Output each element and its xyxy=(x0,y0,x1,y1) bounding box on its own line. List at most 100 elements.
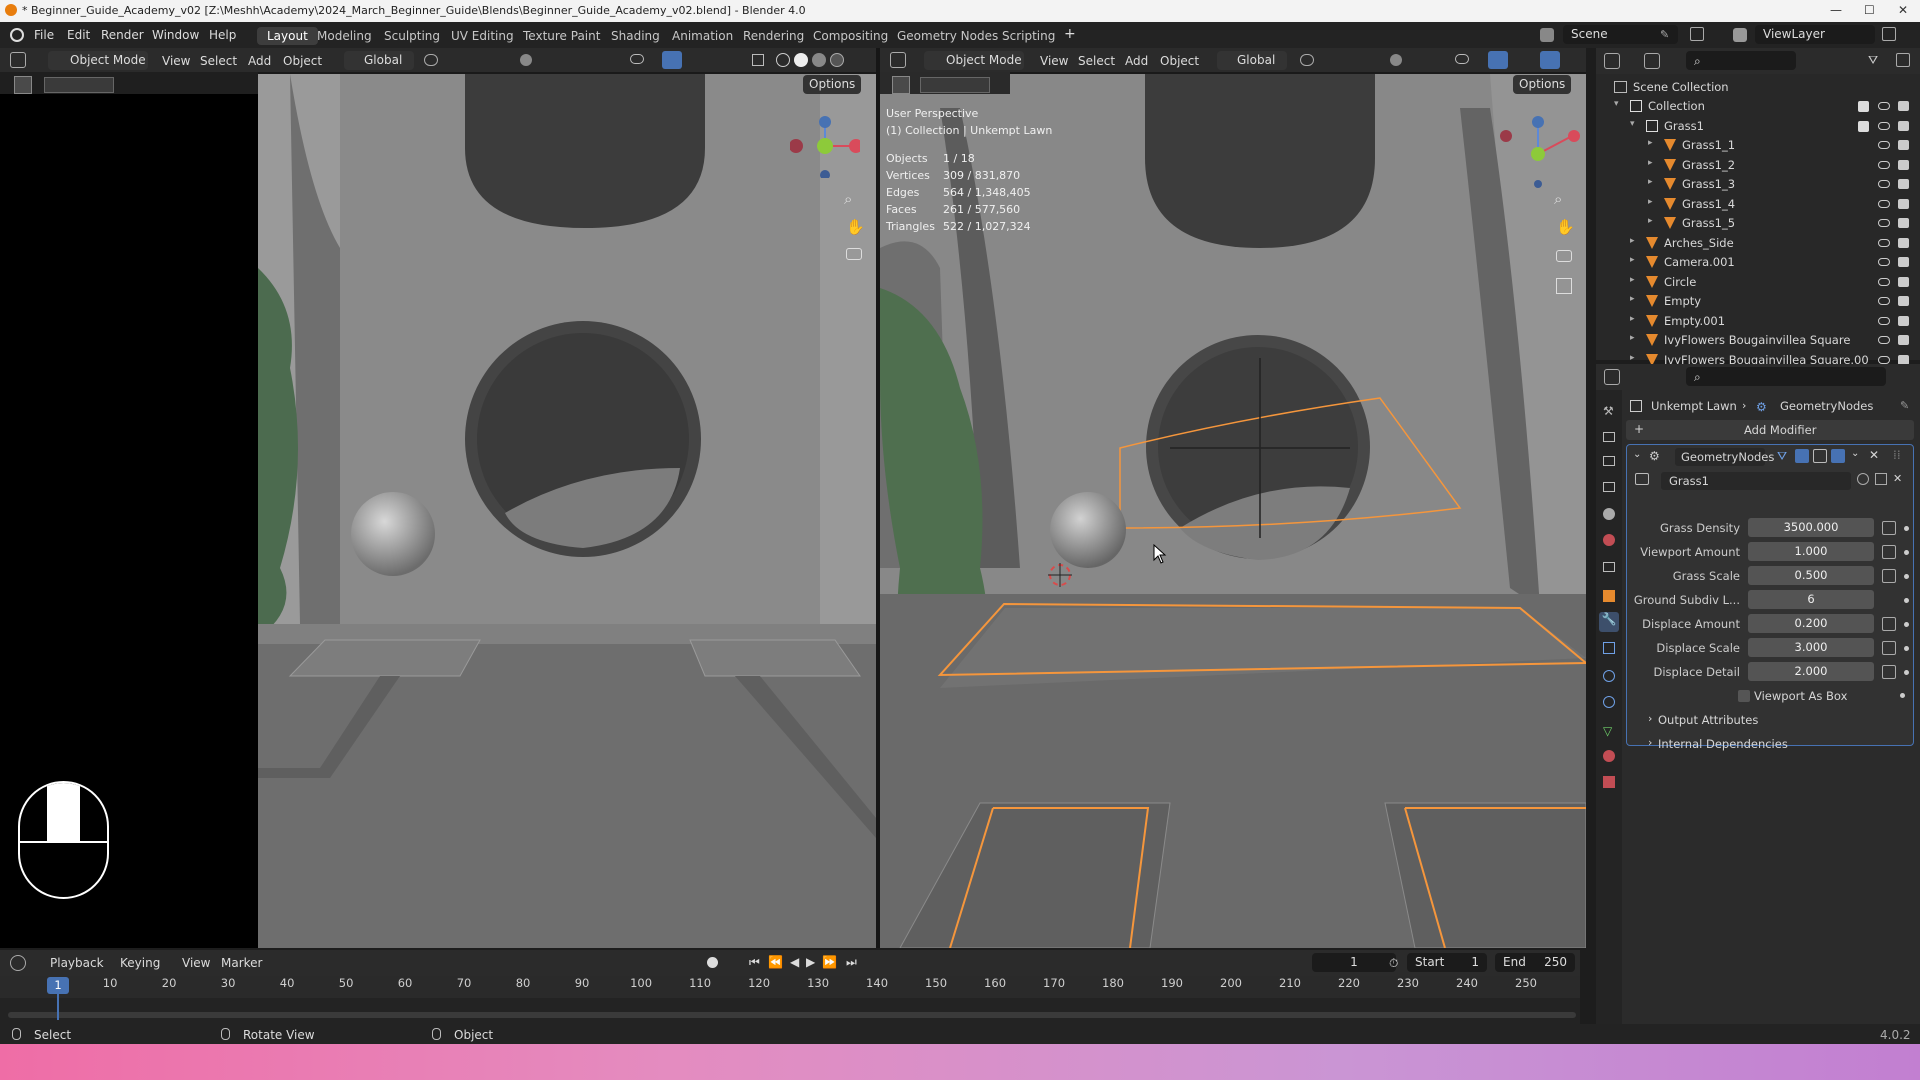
camera-view-icon[interactable] xyxy=(846,248,862,260)
modifier-tab-icon[interactable]: 🔧 xyxy=(1599,612,1619,632)
outliner-row[interactable]: ▸ Grass1_2 xyxy=(1596,156,1920,175)
editor-type-icon[interactable] xyxy=(1604,53,1620,69)
texture-tab-icon[interactable] xyxy=(1603,776,1615,788)
display-mode-icon[interactable] xyxy=(1644,53,1660,69)
edit-mode-toggle-icon[interactable]: ⛛ xyxy=(1777,449,1787,464)
minimize-icon[interactable]: — xyxy=(1830,3,1842,17)
menu-select[interactable]: Select xyxy=(1078,54,1115,68)
keyframe-dot-icon[interactable] xyxy=(1904,598,1909,603)
material-tab-icon[interactable] xyxy=(1603,750,1615,762)
outliner-row[interactable]: ▸ Grass1_5 xyxy=(1596,214,1920,233)
add-workspace-icon[interactable]: + xyxy=(1064,26,1076,42)
play-reverse-icon[interactable]: ◀ xyxy=(790,955,799,969)
xray-icon[interactable] xyxy=(752,54,764,66)
object-tab-icon[interactable] xyxy=(1603,590,1615,602)
tab-animation[interactable]: Animation xyxy=(662,27,743,45)
disclosure-icon[interactable]: ▸ xyxy=(1630,236,1635,246)
data-tab-icon[interactable]: ▽ xyxy=(1603,724,1612,738)
attribute-toggle-icon[interactable] xyxy=(1882,665,1896,679)
disclosure-icon[interactable]: ▸ xyxy=(1648,138,1653,148)
disclosure-icon[interactable]: ▸ xyxy=(1630,353,1635,363)
outliner-row[interactable]: ▸ Camera.001 xyxy=(1596,253,1920,272)
physics-tab-icon[interactable] xyxy=(1603,670,1615,682)
internal-dependencies-panel[interactable]: › Internal Dependencies xyxy=(1648,735,1908,753)
select-box-icon[interactable] xyxy=(920,77,990,93)
tab-uv-editing[interactable]: UV Editing xyxy=(441,27,524,45)
shading-solid-icon[interactable] xyxy=(794,53,808,67)
menu-object[interactable]: Object xyxy=(1160,54,1199,68)
output-attributes-panel[interactable]: › Output Attributes xyxy=(1648,711,1908,729)
properties-search-input[interactable]: ⌕ xyxy=(1686,367,1886,386)
scene-icon[interactable] xyxy=(1540,28,1554,42)
menu-window[interactable]: Window xyxy=(152,28,199,42)
disclosure-icon[interactable]: ▸ xyxy=(1630,333,1635,343)
outliner-row[interactable]: ▾ Collection xyxy=(1596,97,1920,116)
options-button[interactable]: Options xyxy=(803,75,862,94)
playback-menu[interactable]: Playback xyxy=(50,956,104,970)
shading-material-icon[interactable] xyxy=(812,53,826,67)
scene-tab-icon[interactable] xyxy=(1603,508,1615,520)
outliner-row[interactable]: ▸ Arches_Side xyxy=(1596,234,1920,253)
tab-shading[interactable]: Shading xyxy=(601,27,670,45)
add-modifier-button[interactable]: + Add Modifier xyxy=(1626,420,1914,440)
new-view-layer-icon[interactable] xyxy=(1882,27,1896,41)
attribute-toggle-icon[interactable] xyxy=(1882,545,1896,559)
grid-view-icon[interactable] xyxy=(1556,278,1572,294)
maximize-icon[interactable]: ☐ xyxy=(1864,3,1875,17)
checkbox-box[interactable] xyxy=(1738,690,1750,702)
outliner-row[interactable]: ▸ Empty xyxy=(1596,292,1920,311)
new-scene-icon[interactable] xyxy=(1690,27,1704,41)
input-value-field[interactable]: 1.000 xyxy=(1748,542,1874,561)
gizmo-toggle-icon[interactable] xyxy=(1488,51,1508,69)
menu-select[interactable]: Select xyxy=(200,54,237,68)
blender-menu-icon[interactable] xyxy=(10,28,24,42)
tab-scripting[interactable]: Scripting xyxy=(992,27,1065,45)
fake-user-icon[interactable] xyxy=(1857,473,1869,485)
view-menu[interactable]: View xyxy=(182,956,210,970)
duplicate-icon[interactable] xyxy=(1875,473,1887,485)
mode-selector[interactable]: Object Mode xyxy=(924,51,1024,70)
keyframe-dot-icon[interactable] xyxy=(1904,646,1909,651)
render-camera-icon[interactable] xyxy=(1898,179,1909,189)
next-keyframe-icon[interactable]: ⏩ xyxy=(822,955,837,969)
pin-icon[interactable]: ✎ xyxy=(1660,28,1669,41)
input-value-field[interactable]: 3.000 xyxy=(1748,638,1874,657)
input-value-field[interactable]: 3500.000 xyxy=(1748,518,1874,537)
snap-icon[interactable] xyxy=(1300,54,1314,66)
menu-object[interactable]: Object xyxy=(283,54,322,68)
tab-sculpting[interactable]: Sculpting xyxy=(374,27,450,45)
visibility-eye-icon[interactable] xyxy=(1878,141,1890,149)
render-camera-icon[interactable] xyxy=(1898,140,1909,150)
visibility-eye-icon[interactable] xyxy=(1878,219,1890,227)
tab-compositing[interactable]: Compositing xyxy=(803,27,898,45)
render-camera-icon[interactable] xyxy=(1898,296,1909,306)
unlink-icon[interactable]: ✕ xyxy=(1893,472,1902,485)
outliner-row[interactable]: ▸ Grass1_4 xyxy=(1596,195,1920,214)
filter-icon[interactable]: ⛛ xyxy=(1868,53,1878,68)
close-icon[interactable]: ✕ xyxy=(1898,3,1908,17)
disclosure-icon[interactable]: ▸ xyxy=(1630,275,1635,285)
render-tab-icon[interactable] xyxy=(1603,432,1615,442)
disclosure-icon[interactable]: ▾ xyxy=(1614,99,1619,109)
zoom-icon[interactable]: ⌕ xyxy=(844,190,852,208)
jump-end-icon[interactable]: ⏭ xyxy=(846,955,857,970)
viewport-toggle-icon[interactable] xyxy=(1813,449,1827,463)
outliner-row[interactable]: ▸ Circle xyxy=(1596,273,1920,292)
mode-selector[interactable]: Object Mode xyxy=(48,51,148,70)
modifier-name-field[interactable]: GeometryNodes xyxy=(1675,448,1774,466)
tab-texture-paint[interactable]: Texture Paint xyxy=(513,27,610,45)
gizmo-toggle-icon[interactable] xyxy=(662,51,682,69)
collection-tab-icon[interactable] xyxy=(1603,562,1615,572)
keying-menu[interactable]: Keying xyxy=(120,956,160,970)
input-value-field[interactable]: 6 xyxy=(1748,590,1874,609)
right-viewport[interactable]: Object Mode View Select Add Object Globa… xyxy=(880,48,1586,948)
exclude-checkbox-icon[interactable] xyxy=(1858,120,1869,132)
visibility-eye-icon[interactable] xyxy=(1878,277,1890,286)
navigation-gizmo[interactable] xyxy=(1500,108,1580,188)
render-camera-icon[interactable] xyxy=(1898,257,1909,267)
play-icon[interactable]: ▶ xyxy=(806,955,815,969)
keyframe-dot-icon[interactable] xyxy=(1904,574,1909,579)
render-camera-icon[interactable] xyxy=(1898,335,1909,345)
tool-tab-icon[interactable]: ⚒ xyxy=(1603,404,1614,418)
keyframe-dot-icon[interactable] xyxy=(1900,693,1905,698)
